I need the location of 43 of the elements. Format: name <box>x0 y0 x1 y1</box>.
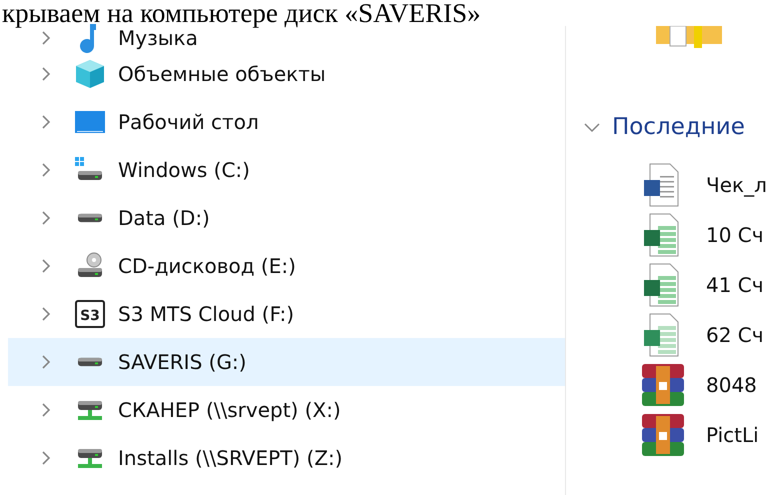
file-name[interactable]: PictLi <box>706 423 759 447</box>
navigation-label: СКАНЕР (\\srvept) (X:) <box>118 398 341 422</box>
chevron-right-icon[interactable] <box>40 451 52 465</box>
chevron-right-icon[interactable] <box>40 115 52 129</box>
navigation-label: SAVERIS (G:) <box>118 350 246 374</box>
chevron-right-icon[interactable] <box>40 163 52 177</box>
file-name[interactable]: 8048 <box>706 373 757 397</box>
folder-icon <box>656 26 722 48</box>
chevron-right-icon[interactable] <box>40 355 52 369</box>
file-name[interactable]: 10 Сч <box>706 223 764 247</box>
section-header[interactable]: Последние <box>612 114 745 140</box>
file-name[interactable]: 62 Сч <box>706 323 764 347</box>
archive-icon <box>640 412 686 458</box>
navigation-item[interactable]: Рабочий стол <box>8 98 565 146</box>
navigation-label: Windows (C:) <box>118 158 250 182</box>
chevron-right-icon[interactable] <box>40 259 52 273</box>
navigation-item[interactable]: S3 S3 MTS Cloud (F:) <box>8 290 565 338</box>
navigation-item[interactable]: CD-дисковод (E:) <box>8 242 565 290</box>
navigation-item[interactable]: Объемные объекты <box>8 50 565 98</box>
drive-badge-icon: S3 <box>74 299 106 329</box>
navigation-label: Data (D:) <box>118 206 210 230</box>
navigation-item[interactable]: SAVERIS (G:) <box>8 338 565 386</box>
navigation-label: CD-дисковод (E:) <box>118 254 296 278</box>
chevron-right-icon[interactable] <box>40 31 52 45</box>
navigation-item[interactable]: Windows (C:) <box>8 146 565 194</box>
chevron-right-icon[interactable] <box>40 403 52 417</box>
navigation-label: Installs (\\SRVEPT) (Z:) <box>118 446 343 470</box>
navigation-label: Объемные объекты <box>118 62 326 86</box>
chevron-right-icon[interactable] <box>40 307 52 321</box>
chevron-down-icon[interactable] <box>584 121 600 133</box>
navigation-label: Рабочий стол <box>118 110 259 134</box>
file-name[interactable]: Чек_л <box>706 173 767 197</box>
navigation-item[interactable]: СКАНЕР (\\srvept) (X:) <box>8 386 565 434</box>
navigation-item[interactable]: Data (D:) <box>8 194 565 242</box>
caption-text: крываем на компьютере диск «SAVERIS» <box>1 0 482 26</box>
chevron-right-icon[interactable] <box>40 67 52 81</box>
navigation-label: Музыка <box>118 26 198 50</box>
archive-icon <box>640 362 686 408</box>
chevron-right-icon[interactable] <box>40 211 52 225</box>
cube-icon <box>74 59 106 89</box>
file-name[interactable]: 41 Сч <box>706 273 764 297</box>
navigation-label: S3 MTS Cloud (F:) <box>118 302 294 326</box>
navigation-item[interactable]: Installs (\\SRVEPT) (Z:) <box>8 434 565 482</box>
